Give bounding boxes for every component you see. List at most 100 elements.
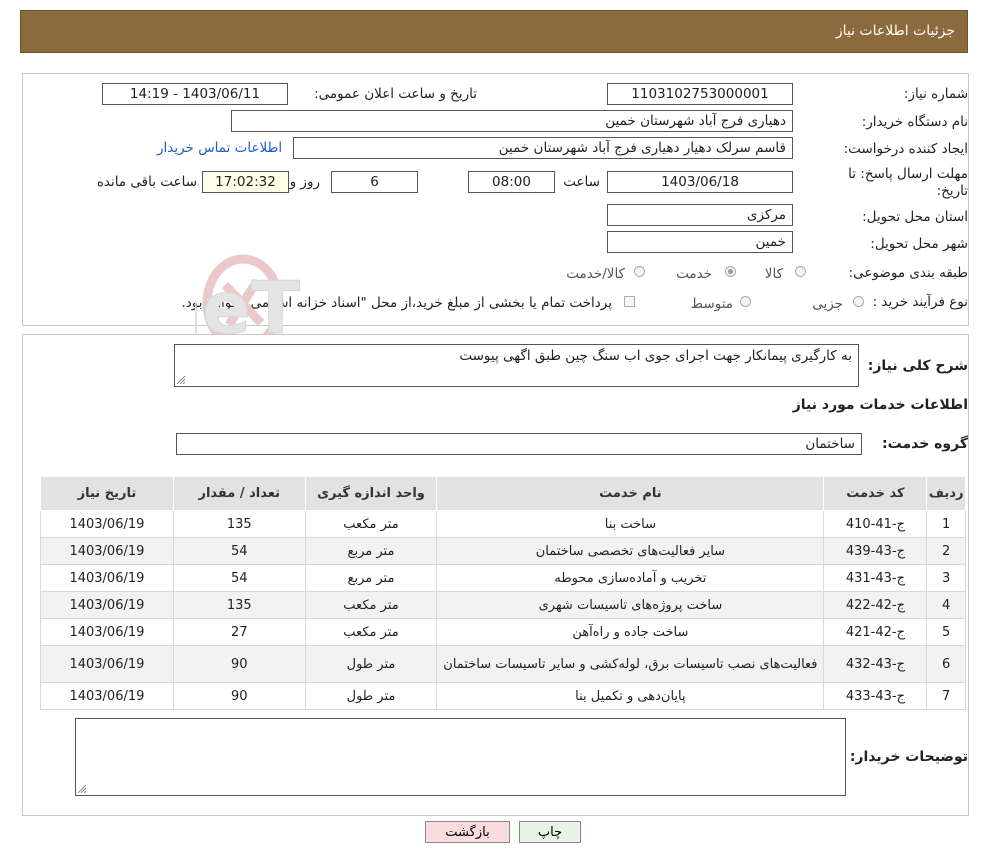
table-row: 2 ج-43-439 سایر فعالیت‌های تخصصی ساختمان… [40,537,966,565]
service-name: تخریب و آماده‌سازی محوطه [436,564,825,592]
service-qty: 90 [172,682,306,710]
days-remaining-field: 6 [331,171,418,193]
description-label: شرح کلی نیاز: [867,358,968,374]
category-goods-service-label: کالا/خدمت [566,266,625,282]
service-code: ج-42-422 [823,591,928,619]
service-unit: متر مکعب [304,618,438,646]
service-name: ساخت جاده و راه‌آهن [436,618,825,646]
service-code: ج-43-432 [823,645,928,683]
table-row: 5 ج-42-421 ساخت جاده و راه‌آهن متر مکعب … [40,618,966,646]
col-header-name: نام خدمت [436,476,825,511]
deadline-time-label: ساعت [563,174,600,190]
service-qty: 135 [172,591,306,619]
process-minor-label: جزیی [812,296,843,312]
treasury-payment-note: پرداخت تمام یا بخشی از مبلغ خرید،از محل … [181,295,612,311]
service-code: ج-43-431 [823,564,928,592]
page-header: جزئیات اطلاعات نیاز [20,10,968,53]
services-table: ردیف کد خدمت نام خدمت واحد اندازه گیری ت… [40,476,966,710]
table-row: 4 ج-42-422 ساخت پروژه‌های تاسیسات شهری م… [40,591,966,619]
service-date: 1403/06/19 [40,645,174,683]
service-unit: متر مربع [304,564,438,592]
service-name: فعالیت‌های نصب تاسیسات برق، لوله‌کشی و س… [436,645,825,683]
service-group-field: ساختمان [176,433,862,455]
service-date: 1403/06/19 [40,682,174,710]
province-label: استان محل تحویل: [862,209,968,225]
deadline-date-field: 1403/06/18 [607,171,793,193]
service-code: ج-42-421 [823,618,928,646]
row-num: 4 [926,591,966,619]
description-text: به کارگیری پیمانکار جهت اجرای جوی اب سنگ… [459,348,852,364]
service-qty: 135 [172,510,306,538]
table-row: 7 ج-43-433 پایان‌دهی و تکمیل بنا متر طول… [40,682,966,710]
col-header-qty: تعداد / مقدار [172,476,306,511]
resize-grip-icon[interactable] [177,376,185,384]
resize-grip-icon[interactable] [78,785,86,793]
buyer-org-field: دهیاری فرج آباد شهرستان خمین [231,110,793,132]
service-qty: 90 [172,645,306,683]
print-button[interactable]: چاپ [519,821,581,843]
service-unit: متر طول [304,645,438,683]
province-field: مرکزی [607,204,793,226]
row-num: 3 [926,564,966,592]
category-service-radio[interactable] [725,266,736,277]
service-code: ج-43-433 [823,682,928,710]
back-button[interactable]: بازگشت [425,821,510,843]
buyer-notes-label: توضیحات خریدار: [849,749,968,765]
buyer-contact-link[interactable]: اطلاعات تماس خریدار [157,140,282,156]
need-number-label: شماره نیاز: [903,86,968,102]
service-unit: متر مکعب [304,510,438,538]
creator-field: قاسم سرلک دهیار دهیاری فرج آباد شهرستان … [293,137,793,159]
process-label: نوع فرآیند خرید : [872,294,968,310]
service-name: ساخت بنا [436,510,825,538]
row-num: 1 [926,510,966,538]
row-num: 2 [926,537,966,565]
service-qty: 54 [172,564,306,592]
description-textarea[interactable]: به کارگیری پیمانکار جهت اجرای جوی اب سنگ… [174,344,859,387]
service-date: 1403/06/19 [40,591,174,619]
need-number-field: 1103102753000001 [607,83,793,105]
row-num: 7 [926,682,966,710]
process-minor-radio[interactable] [853,296,864,307]
category-goods-label: کالا [764,266,783,282]
remaining-label: ساعت باقی مانده [96,174,197,190]
service-unit: متر طول [304,682,438,710]
city-label: شهر محل تحویل: [870,236,968,252]
page-title: جزئیات اطلاعات نیاز [835,23,955,39]
category-goods-service-radio[interactable] [634,266,645,277]
deadline-label: مهلت ارسال پاسخ: تا [848,166,968,182]
table-row: 6 ج-43-432 فعالیت‌های نصب تاسیسات برق، ل… [40,645,966,683]
service-name: سایر فعالیت‌های تخصصی ساختمان [436,537,825,565]
service-group-label: گروه خدمت: [882,436,968,452]
service-unit: متر مکعب [304,591,438,619]
service-qty: 54 [172,537,306,565]
category-label: طبقه بندی موضوعی: [848,265,968,281]
row-num: 6 [926,645,966,683]
category-service-label: خدمت [676,266,712,282]
city-field: خمین [607,231,793,253]
buyer-org-label: نام دستگاه خریدار: [861,114,968,130]
treasury-payment-checkbox[interactable] [624,296,635,307]
service-name: ساخت پروژه‌های تاسیسات شهری [436,591,825,619]
col-header-date: تاریخ نیاز [40,476,174,511]
service-code: ج-41-410 [823,510,928,538]
service-name: پایان‌دهی و تکمیل بنا [436,682,825,710]
service-date: 1403/06/19 [40,618,174,646]
creator-label: ایجاد کننده درخواست: [843,141,968,157]
process-medium-radio[interactable] [740,296,751,307]
service-qty: 27 [172,618,306,646]
table-row: 1 ج-41-410 ساخت بنا متر مکعب 135 1403/06… [40,510,966,538]
announce-datetime-field: 1403/06/11 - 14:19 [102,83,288,105]
col-header-code: کد خدمت [823,476,928,511]
deadline-label-2: تاریخ: [936,183,968,199]
buyer-notes-textarea[interactable] [75,718,846,796]
table-row: 3 ج-43-431 تخریب و آماده‌سازی محوطه متر … [40,564,966,592]
service-code: ج-43-439 [823,537,928,565]
category-goods-radio[interactable] [795,266,806,277]
service-date: 1403/06/19 [40,564,174,592]
service-date: 1403/06/19 [40,510,174,538]
services-section-title: اطلاعات خدمات مورد نیاز [792,397,968,413]
process-medium-label: متوسط [690,296,733,312]
col-header-row-num: ردیف [926,476,966,511]
service-unit: متر مربع [304,537,438,565]
row-num: 5 [926,618,966,646]
